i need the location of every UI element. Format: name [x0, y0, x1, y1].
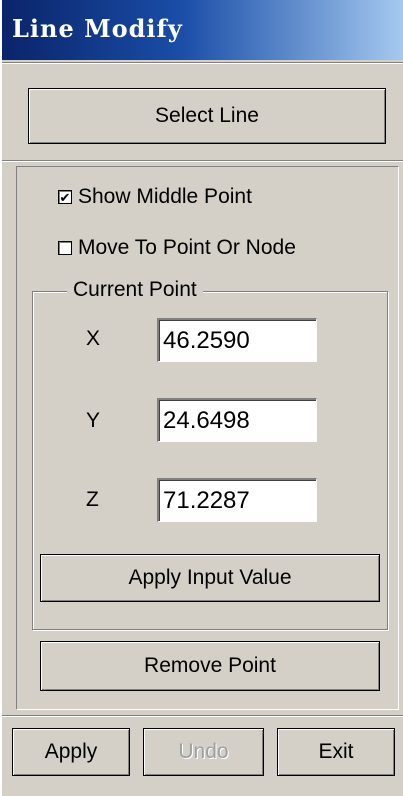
undo-button: Undo [143, 728, 264, 776]
z-coordinate-input[interactable] [157, 478, 317, 522]
divider [2, 62, 403, 64]
window-title: Line Modify [12, 14, 183, 43]
exit-button[interactable]: Exit [277, 728, 395, 776]
apply-button[interactable]: Apply [12, 728, 130, 776]
line-modify-window: Line Modify Select Line ✔ Show Middle Po… [0, 0, 403, 796]
y-coordinate-input[interactable] [157, 398, 317, 442]
apply-input-value-button[interactable]: Apply Input Value [40, 554, 380, 602]
show-middle-point-checkbox[interactable]: ✔ Show Middle Point [58, 185, 252, 209]
x-label: X [86, 327, 101, 350]
move-to-point-label: Move To Point Or Node [78, 236, 296, 259]
show-middle-point-label: Show Middle Point [78, 185, 252, 208]
select-line-button[interactable]: Select Line [28, 88, 386, 144]
checkbox-checked-icon[interactable]: ✔ [58, 190, 72, 204]
divider [2, 715, 403, 717]
divider [2, 160, 403, 162]
z-label: Z [86, 488, 99, 511]
x-coordinate-input[interactable] [157, 318, 317, 362]
remove-point-button[interactable]: Remove Point [40, 641, 380, 691]
y-label: Y [86, 409, 101, 432]
title-bar[interactable]: Line Modify [2, 0, 403, 60]
checkbox-unchecked-icon[interactable] [58, 241, 72, 255]
current-point-legend: Current Point [67, 278, 203, 302]
move-to-point-checkbox[interactable]: Move To Point Or Node [58, 236, 296, 260]
